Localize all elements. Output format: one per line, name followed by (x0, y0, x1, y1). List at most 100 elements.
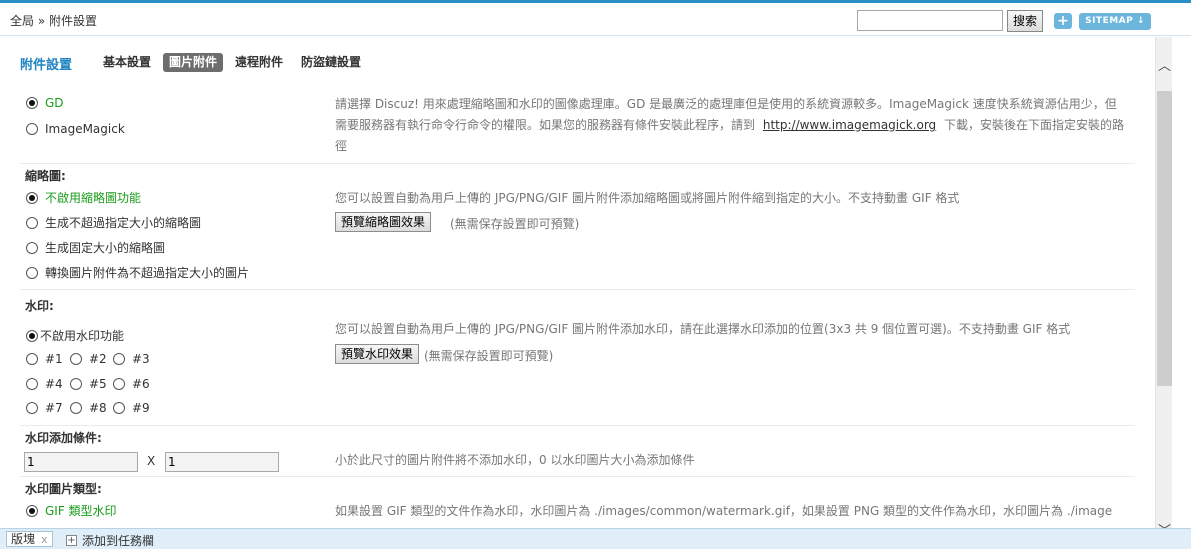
radio-label: 轉換圖片附件為不超過指定大小的圖片 (45, 266, 250, 280)
tab-remote-attachments[interactable]: 遠程附件 (229, 53, 289, 72)
radio-thumbnail-convert[interactable]: 轉換圖片附件為不超過指定大小的圖片 (26, 264, 249, 281)
radio-watermark-pos-4[interactable]: #4 (26, 377, 63, 391)
radio-label: ImageMagick (45, 122, 125, 136)
radio-thumbnail-fixed-size[interactable]: 生成固定大小的縮略圖 (26, 239, 165, 256)
add-to-taskbar-button[interactable]: + 添加到任務欄 (66, 532, 154, 549)
taskbar-tab-forums[interactable]: 版塊 x (6, 531, 53, 547)
close-icon[interactable]: x (41, 533, 48, 546)
radio-selected-icon (26, 97, 38, 109)
scroll-up-icon[interactable]: ︿ (1156, 55, 1173, 75)
radio-unselected-icon (26, 123, 38, 135)
imagemagick-link[interactable]: http://www.imagemagick.org (763, 118, 936, 132)
sitemap-button[interactable]: SITEMAP ↓ (1079, 13, 1151, 30)
library-desc-line: 需要服務器有執行命令行命令的權限。如果您的服務器有條件安裝此程序，請到 http… (335, 115, 1135, 136)
radio-watermark-pos-8[interactable]: #8 (70, 401, 107, 415)
radio-watermark-type-gif[interactable]: GIF 類型水印 (26, 502, 117, 519)
tab-basic-settings[interactable]: 基本設置 (97, 53, 157, 72)
vertical-scrollbar[interactable]: ︿ ﹀ (1155, 37, 1173, 539)
radio-watermark-pos-3[interactable]: #3 (113, 352, 150, 366)
radio-gd[interactable]: GD (26, 96, 64, 110)
radio-unselected-icon (26, 378, 38, 390)
radio-unselected-icon (26, 266, 38, 279)
radio-label: 不啟用縮略圖功能 (45, 191, 142, 205)
search-button[interactable]: 搜索 (1007, 10, 1043, 32)
radio-watermark-pos-5[interactable]: #5 (70, 377, 107, 391)
library-desc-text: 需要服務器有執行命令行命令的權限。如果您的服務器有條件安裝此程序，請到 (335, 118, 756, 132)
dimension-separator: X (147, 454, 156, 468)
page-title: 附件設置 (20, 58, 73, 73)
add-to-taskbar-label: 添加到任務欄 (82, 534, 155, 548)
watermark-condition-title: 水印添加條件: (25, 431, 102, 445)
radio-label: 生成不超過指定大小的縮略圖 (45, 216, 202, 230)
radio-label: #4 (45, 377, 63, 391)
thumbnail-description: 您可以設置自動為用戶上傳的 JPG/PNG/GIF 圖片附件添加縮略圖或將圖片附… (335, 191, 960, 205)
watermark-type-row: 水印圖片類型: GIF 類型水印 如果設置 GIF 類型的文件作為水印，水印圖片… (20, 477, 1135, 528)
watermark-min-height-input[interactable]: 1 (165, 452, 279, 472)
preview-thumbnail-button[interactable]: 預覽縮略圖效果 (335, 212, 432, 232)
watermark-condition-row: 水印添加條件: 1 X 1 小於此尺寸的圖片附件將不添加水印，0 以水印圖片大小… (20, 426, 1135, 477)
thumbnail-preview-hint: (無需保存設置即可預覽) (450, 217, 580, 231)
bottom-taskbar: 版塊 x + 添加到任務欄 (0, 528, 1191, 549)
watermark-type-description: 如果設置 GIF 類型的文件作為水印，水印圖片為 ./images/common… (335, 504, 1113, 518)
radio-unselected-icon (113, 353, 125, 365)
thumbnail-title: 縮略圖: (25, 169, 66, 183)
watermark-row: 水印: 不啟用水印功能 #1 #2 #3 #4 #5 #6 #7 #8 #9 您… (20, 290, 1135, 426)
top-bar: 全局 » 附件設置 搜索 + SITEMAP ↓ (0, 0, 1191, 36)
thumbnail-row: 縮略圖: 不啟用縮略圖功能 生成不超過指定大小的縮略圖 生成固定大小的縮略圖 轉… (20, 164, 1135, 290)
tab-anti-leech-settings[interactable]: 防盜鏈設置 (295, 53, 367, 72)
scroll-thumb[interactable] (1157, 91, 1172, 386)
radio-label: #5 (89, 377, 107, 391)
watermark-type-title: 水印圖片類型: (25, 482, 102, 496)
radio-unselected-icon (26, 241, 38, 254)
radio-selected-icon (26, 329, 38, 342)
radio-watermark-pos-9[interactable]: #9 (113, 401, 150, 415)
main-content: 附件設置 基本設置 圖片附件 遠程附件 防盜鏈設置 GD ImageMagick… (0, 37, 1155, 528)
radio-label: #3 (132, 352, 150, 366)
radio-unselected-icon (70, 378, 82, 390)
search-input[interactable] (857, 10, 1003, 31)
watermark-title: 水印: (25, 299, 54, 313)
watermark-condition-description: 小於此尺寸的圖片附件將不添加水印，0 以水印圖片大小為添加條件 (335, 453, 695, 467)
taskbar-tab-label: 版塊 (11, 532, 36, 546)
library-desc-line: 請選擇 Discuz! 用來處理縮略圖和水印的圖像處理庫。GD 是最廣泛的處理庫… (335, 97, 1117, 111)
radio-watermark-pos-2[interactable]: #2 (70, 352, 107, 366)
radio-watermark-pos-1[interactable]: #1 (26, 352, 63, 366)
watermark-min-width-input[interactable]: 1 (24, 452, 138, 472)
radio-label: GIF 類型水印 (45, 504, 117, 518)
radio-thumbnail-disabled[interactable]: 不啟用縮略圖功能 (26, 189, 141, 206)
library-row: GD ImageMagick 請選擇 Discuz! 用來處理縮略圖和水印的圖像… (20, 88, 1135, 164)
radio-label: 不啟用水印功能 (40, 329, 125, 343)
tab-image-attachments[interactable]: 圖片附件 (163, 53, 224, 72)
radio-selected-icon (26, 191, 38, 204)
radio-selected-icon (26, 504, 38, 517)
radio-label: #7 (45, 401, 63, 415)
radio-label: GD (45, 96, 64, 110)
radio-unselected-icon (26, 402, 38, 414)
radio-imagemagick[interactable]: ImageMagick (26, 122, 125, 136)
radio-thumbnail-max-size[interactable]: 生成不超過指定大小的縮略圖 (26, 214, 201, 231)
radio-unselected-icon (70, 402, 82, 414)
radio-label: #9 (132, 401, 150, 415)
radio-label: 生成固定大小的縮略圖 (45, 241, 166, 255)
radio-label: #6 (132, 377, 150, 391)
library-desc-line: 徑 (335, 139, 348, 153)
radio-watermark-disabled[interactable]: 不啟用水印功能 (26, 327, 124, 344)
watermark-preview-hint: (無需保存設置即可預覽) (424, 349, 554, 363)
radio-label: #8 (89, 401, 107, 415)
library-desc-text: 下載，安裝後在下面指定安裝的路 (944, 118, 1125, 132)
radio-label: #1 (45, 352, 63, 366)
breadcrumb: 全局 » 附件設置 (10, 14, 97, 28)
radio-label: #2 (89, 352, 107, 366)
radio-unselected-icon (113, 402, 125, 414)
add-shortcut-button[interactable]: + (1054, 13, 1072, 29)
radio-unselected-icon (70, 353, 82, 365)
radio-watermark-pos-7[interactable]: #7 (26, 401, 63, 415)
watermark-description: 您可以設置自動為用戶上傳的 JPG/PNG/GIF 圖片附件添加水印，請在此選擇… (335, 322, 1071, 336)
radio-unselected-icon (113, 378, 125, 390)
preview-watermark-button[interactable]: 預覽水印效果 (335, 344, 420, 364)
plus-icon: + (66, 535, 77, 546)
radio-watermark-pos-6[interactable]: #6 (113, 377, 150, 391)
radio-unselected-icon (26, 216, 38, 229)
tab-bar: 附件設置 基本設置 圖片附件 遠程附件 防盜鏈設置 (0, 37, 1155, 77)
radio-unselected-icon (26, 353, 38, 365)
